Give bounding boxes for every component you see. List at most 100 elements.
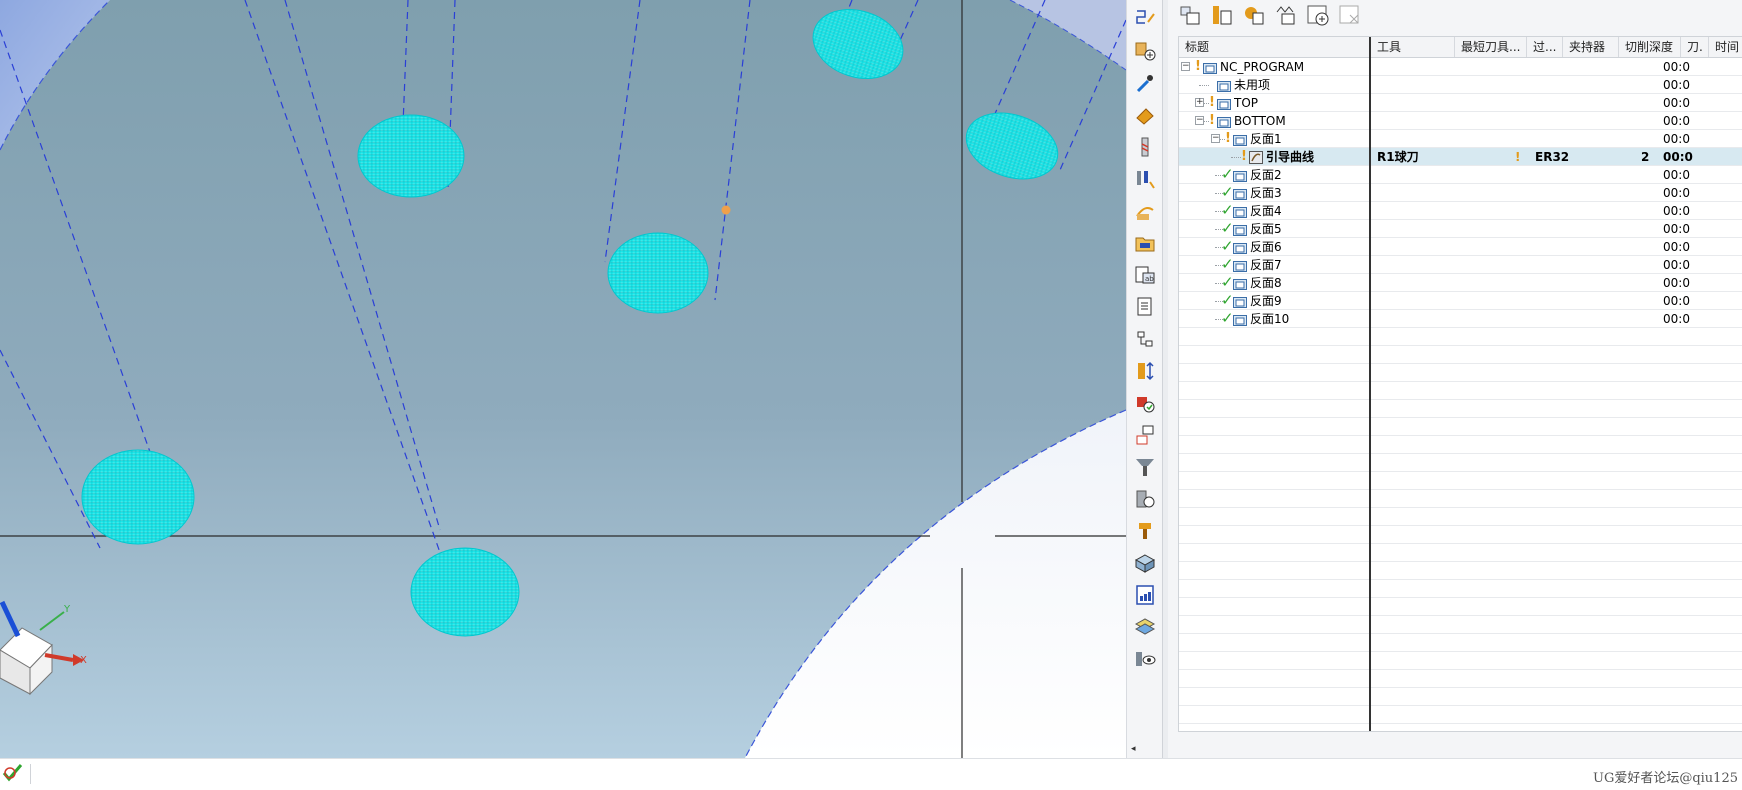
row-title: 引导曲线	[1266, 150, 1315, 164]
eraser-icon[interactable]	[1132, 102, 1158, 128]
column-header-min-tool[interactable]: 最短刀具...	[1455, 37, 1527, 57]
table-row[interactable]: ✓ 反面10 00:0	[1179, 309, 1742, 328]
machine-tool-view-icon[interactable]	[1208, 1, 1236, 29]
collapse-node-button[interactable]: −	[1195, 116, 1204, 125]
column-header-time[interactable]: 时间	[1709, 37, 1742, 57]
program-folder-icon[interactable]	[1132, 230, 1158, 256]
3d-solid-icon[interactable]	[1132, 550, 1158, 576]
table-row[interactable]: 未用项 00:0	[1179, 76, 1742, 94]
resource-toolbar: ab	[1126, 0, 1163, 758]
collapse-node-button[interactable]: −	[1181, 62, 1190, 71]
create-geometry-icon[interactable]	[1132, 38, 1158, 64]
column-header-tool-number[interactable]: 刀.	[1681, 37, 1709, 57]
table-row[interactable]: ✓ 反面2 00:0	[1179, 165, 1742, 184]
row-title: 反面4	[1250, 204, 1282, 218]
operation-navigator: 标题 工具 最短刀具... 过... 夹持器 切削深度 刀. 时间 −! NC_P…	[1168, 0, 1742, 758]
dome-toolpath-5	[81, 449, 195, 545]
view-eye-icon[interactable]	[1132, 646, 1158, 672]
method-view-icon[interactable]	[1272, 1, 1300, 29]
calculator-icon[interactable]	[1132, 582, 1158, 608]
row-time: 00:0	[1663, 294, 1690, 308]
column-header-gouge[interactable]: 过...	[1527, 37, 1563, 57]
part-holder-icon[interactable]	[1132, 518, 1158, 544]
status-check-icon[interactable]	[2, 761, 24, 788]
tool-length-icon[interactable]	[1132, 358, 1158, 384]
column-header-tool[interactable]: 工具	[1371, 37, 1455, 57]
y-axis-label: Y	[63, 604, 71, 615]
table-row[interactable]: ✓ 反面5 00:0	[1179, 219, 1742, 238]
complete-check-icon: ✓	[1221, 237, 1234, 255]
table-row[interactable]: ✓ 反面8 00:0	[1179, 273, 1742, 292]
empty-row	[1179, 652, 1742, 670]
program-folder-icon	[1233, 297, 1247, 308]
machine-config-icon[interactable]	[1132, 486, 1158, 512]
row-time: 00:0	[1663, 258, 1690, 272]
tree-connector	[1199, 85, 1209, 86]
sketch-tool-icon[interactable]	[1132, 6, 1158, 32]
table-row[interactable]: +! TOP 00:0	[1179, 94, 1742, 112]
tool-holder-icon[interactable]	[1132, 166, 1158, 192]
table-row[interactable]: ✓ 反面4 00:0	[1179, 201, 1742, 220]
column-header-holder[interactable]: 夹持器	[1563, 37, 1619, 57]
feature-copy-icon[interactable]	[1132, 422, 1158, 448]
program-folder-icon	[1233, 279, 1247, 290]
table-row[interactable]: −! 反面1 00:0	[1179, 130, 1742, 148]
empty-row	[1179, 508, 1742, 526]
row-time: 00:0	[1663, 240, 1690, 254]
end-mill-icon[interactable]	[1132, 134, 1158, 160]
row-time: 00:0	[1663, 168, 1690, 182]
row-holder: ER32	[1535, 150, 1570, 164]
table-header: 标题 工具 最短刀具... 过... 夹持器 切削深度 刀. 时间	[1179, 37, 1742, 58]
program-folder-icon	[1217, 81, 1231, 92]
program-folder-icon	[1217, 99, 1231, 110]
column-divider[interactable]	[1369, 37, 1371, 731]
empty-row	[1179, 670, 1742, 688]
eyedropper-icon[interactable]	[1132, 70, 1158, 96]
operation-list-icon[interactable]: ab	[1132, 262, 1158, 288]
complete-check-icon: ✓	[1221, 273, 1234, 291]
row-time: 00:0	[1663, 150, 1693, 164]
complete-check-icon: ✓	[1221, 255, 1234, 273]
column-header-title[interactable]: 标题	[1179, 37, 1371, 57]
table-row[interactable]: −! BOTTOM 00:0	[1179, 112, 1742, 130]
verify-icon[interactable]	[1132, 390, 1158, 416]
create-operation-icon[interactable]	[1304, 1, 1332, 29]
program-folder-icon	[1233, 189, 1247, 200]
table-row[interactable]: ✓ 反面6 00:0	[1179, 237, 1742, 256]
display-toolpath-icon[interactable]	[1132, 198, 1158, 224]
needs-regen-flag-icon: !	[1209, 95, 1215, 110]
collapse-arrow-icon[interactable]: ◂	[1131, 744, 1136, 754]
row-time: 00:0	[1663, 114, 1690, 128]
delete-operation-icon[interactable]	[1336, 1, 1364, 29]
expand-node-button[interactable]: +	[1195, 98, 1204, 107]
program-folder-icon	[1233, 243, 1247, 254]
row-title: 反面3	[1250, 186, 1282, 200]
navigator-toolbar	[1176, 0, 1742, 32]
program-folder-icon	[1233, 315, 1247, 326]
graphics-viewport[interactable]: Y X	[0, 0, 1126, 758]
complete-check-icon: ✓	[1221, 219, 1234, 237]
process-flow-icon[interactable]	[1132, 326, 1158, 352]
table-row[interactable]: ✓ 反面9 00:0	[1179, 291, 1742, 310]
geometry-view-icon[interactable]	[1240, 1, 1268, 29]
layer-visibility-icon[interactable]	[1132, 614, 1158, 640]
empty-row	[1179, 634, 1742, 652]
program-folder-icon	[1217, 117, 1231, 128]
complete-check-icon: ✓	[1221, 165, 1234, 183]
operation-table[interactable]: 标题 工具 最短刀具... 过... 夹持器 切削深度 刀. 时间 −! NC_P…	[1178, 36, 1742, 732]
empty-row	[1179, 544, 1742, 562]
viewport-canvas[interactable]: Y X	[0, 0, 1126, 758]
shop-doc-icon[interactable]	[1132, 294, 1158, 320]
table-row[interactable]: ! 引导曲线 R1球刀! ER32 2 00:0	[1179, 148, 1742, 166]
table-row[interactable]: −! NC_PROGRAM 00:0	[1179, 58, 1742, 76]
operation-icon	[1249, 151, 1263, 164]
collapse-node-button[interactable]: −	[1211, 134, 1220, 143]
empty-row	[1179, 580, 1742, 598]
empty-row	[1179, 346, 1742, 364]
needs-regen-flag-icon: !	[1225, 131, 1231, 146]
table-row[interactable]: ✓ 反面3 00:0	[1179, 183, 1742, 202]
table-row[interactable]: ✓ 反面7 00:0	[1179, 255, 1742, 274]
spindle-icon[interactable]	[1132, 454, 1158, 480]
program-order-view-icon[interactable]	[1176, 1, 1204, 29]
column-header-cut-depth[interactable]: 切削深度	[1619, 37, 1681, 57]
